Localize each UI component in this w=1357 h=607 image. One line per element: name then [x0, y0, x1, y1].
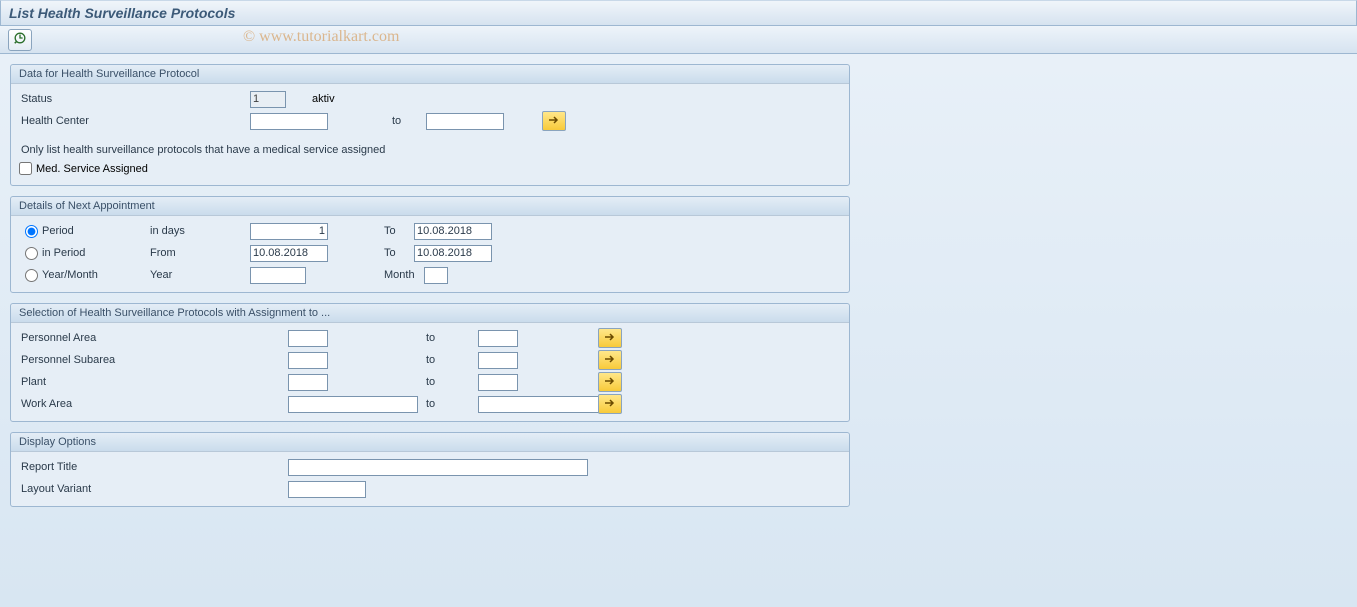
in-period-radio[interactable]: [25, 247, 38, 260]
arrow-right-icon: [604, 376, 616, 389]
personnel-area-low-input[interactable]: [288, 330, 328, 347]
selection-screen: Data for Health Surveillance Protocol St…: [0, 54, 1357, 607]
group-next-appointment: Details of Next Appointment Period in da…: [10, 196, 850, 293]
group-next-appointment-title: Details of Next Appointment: [11, 197, 849, 216]
plant-multiselect-button[interactable]: [598, 372, 622, 392]
status-label: Status: [19, 93, 246, 105]
period-to-date-input[interactable]: [414, 223, 492, 240]
health-center-label: Health Center: [19, 115, 246, 127]
year-input[interactable]: [250, 267, 306, 284]
period-to-label: To: [384, 225, 414, 237]
work-area-to-label: to: [426, 398, 444, 410]
application-toolbar: © www.tutorialkart.com: [0, 26, 1357, 54]
status-input[interactable]: [250, 91, 286, 108]
in-period-to-date-input[interactable]: [414, 245, 492, 262]
year-month-radio-label: Year/Month: [42, 269, 150, 281]
health-center-low-input[interactable]: [250, 113, 328, 130]
execute-button[interactable]: [8, 29, 32, 51]
group-display-options-title: Display Options: [11, 433, 849, 452]
from-date-input[interactable]: [250, 245, 328, 262]
personnel-subarea-low-input[interactable]: [288, 352, 328, 369]
work-area-low-input[interactable]: [288, 396, 418, 413]
personnel-subarea-to-label: to: [426, 354, 444, 366]
med-service-note: Only list health surveillance protocols …: [19, 132, 841, 160]
arrow-right-icon: [604, 354, 616, 367]
work-area-multiselect-button[interactable]: [598, 394, 622, 414]
arrow-right-icon: [548, 115, 560, 128]
group-assignment-selection-title: Selection of Health Surveillance Protoco…: [11, 304, 849, 323]
layout-variant-input[interactable]: [288, 481, 366, 498]
period-radio-label: Period: [42, 225, 150, 237]
year-label: Year: [150, 269, 250, 281]
in-days-label: in days: [150, 225, 250, 237]
status-text: aktiv: [312, 93, 335, 105]
in-period-radio-label: in Period: [42, 247, 150, 259]
med-service-assigned-label: Med. Service Assigned: [36, 163, 148, 175]
layout-variant-label: Layout Variant: [19, 483, 246, 495]
in-period-to-label: To: [384, 247, 414, 259]
watermark-text: © www.tutorialkart.com: [243, 28, 399, 46]
arrow-right-icon: [604, 332, 616, 345]
med-service-assigned-checkbox[interactable]: [19, 162, 32, 175]
group-data-protocol: Data for Health Surveillance Protocol St…: [10, 64, 850, 186]
personnel-area-label: Personnel Area: [19, 332, 246, 344]
period-radio[interactable]: [25, 225, 38, 238]
month-label: Month: [384, 269, 424, 281]
execute-icon: [13, 31, 27, 48]
year-month-radio[interactable]: [25, 269, 38, 282]
days-input[interactable]: [250, 223, 328, 240]
report-title-input[interactable]: [288, 459, 588, 476]
health-center-high-input[interactable]: [426, 113, 504, 130]
arrow-right-icon: [604, 398, 616, 411]
month-input[interactable]: [424, 267, 448, 284]
plant-label: Plant: [19, 376, 246, 388]
personnel-area-multiselect-button[interactable]: [598, 328, 622, 348]
group-display-options: Display Options Report Title Layout Vari…: [10, 432, 850, 507]
plant-high-input[interactable]: [478, 374, 518, 391]
personnel-area-high-input[interactable]: [478, 330, 518, 347]
plant-to-label: to: [426, 376, 444, 388]
from-label: From: [150, 247, 250, 259]
health-center-to-label: to: [392, 115, 422, 127]
page-title-bar: List Health Surveillance Protocols: [0, 0, 1357, 26]
page-title: List Health Surveillance Protocols: [9, 5, 235, 21]
health-center-multiselect-button[interactable]: [542, 111, 566, 131]
group-assignment-selection: Selection of Health Surveillance Protoco…: [10, 303, 850, 422]
work-area-label: Work Area: [19, 398, 246, 410]
personnel-subarea-label: Personnel Subarea: [19, 354, 246, 366]
group-data-protocol-title: Data for Health Surveillance Protocol: [11, 65, 849, 84]
plant-low-input[interactable]: [288, 374, 328, 391]
personnel-area-to-label: to: [426, 332, 444, 344]
personnel-subarea-multiselect-button[interactable]: [598, 350, 622, 370]
report-title-label: Report Title: [19, 461, 246, 473]
personnel-subarea-high-input[interactable]: [478, 352, 518, 369]
work-area-high-input[interactable]: [478, 396, 608, 413]
